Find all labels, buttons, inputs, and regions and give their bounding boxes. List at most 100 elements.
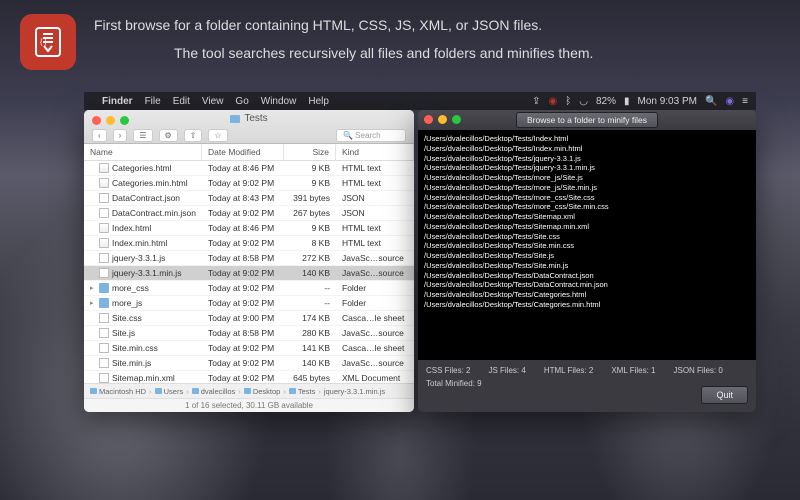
table-row[interactable]: Index.min.htmlToday at 9:02 PM8 KBHTML t…	[84, 236, 414, 251]
minimize-icon[interactable]	[106, 116, 115, 125]
file-name: Sitemap.min.xml	[112, 373, 175, 383]
minify-app-window: Browse to a folder to minify files /User…	[418, 110, 756, 412]
folder-icon	[244, 388, 251, 394]
finder-column-header[interactable]: Name Date Modified Size Kind	[84, 144, 414, 161]
file-kind: HTML text	[336, 161, 414, 175]
finder-path-bar[interactable]: Macintosh HD›Users›dvalecillos›Desktop›T…	[84, 383, 414, 398]
file-kind: JavaSc…source	[336, 266, 414, 280]
table-row[interactable]: Categories.min.htmlToday at 9:02 PM9 KBH…	[84, 176, 414, 191]
close-icon[interactable]	[424, 115, 433, 124]
menu-view[interactable]: View	[202, 96, 224, 107]
file-date: Today at 9:02 PM	[202, 236, 284, 250]
log-line: /Users/dvalecillos/Desktop/Tests/DataCon…	[424, 271, 750, 281]
battery-percent[interactable]: 82%	[596, 96, 616, 107]
table-row[interactable]: Site.min.cssToday at 9:02 PM141 KBCasca……	[84, 341, 414, 356]
col-date[interactable]: Date Modified	[202, 144, 284, 160]
table-row[interactable]: Categories.htmlToday at 8:46 PM9 KBHTML …	[84, 161, 414, 176]
menu-window[interactable]: Window	[261, 96, 297, 107]
share-button[interactable]: ⇧	[184, 129, 203, 142]
table-row[interactable]: Site.jsToday at 8:58 PM280 KBJavaSc…sour…	[84, 326, 414, 341]
breadcrumb-item[interactable]: Macintosh HD	[90, 387, 146, 396]
table-row[interactable]: ▸more_jsToday at 9:02 PM--Folder	[84, 296, 414, 311]
file-name: Index.html	[112, 223, 151, 233]
browse-button[interactable]: Browse to a folder to minify files	[516, 112, 658, 128]
zoom-icon[interactable]	[120, 116, 129, 125]
quit-button[interactable]: Quit	[701, 386, 748, 404]
table-row[interactable]: jquery-3.3.1.min.jsToday at 9:02 PM140 K…	[84, 266, 414, 281]
file-date: Today at 8:58 PM	[202, 326, 284, 340]
bluetooth-icon[interactable]: ᛒ	[565, 96, 571, 107]
spotlight-icon[interactable]: 🔍	[705, 96, 717, 107]
folder-icon	[192, 388, 199, 394]
file-date: Today at 9:02 PM	[202, 356, 284, 370]
minify-titlebar: Browse to a folder to minify files	[418, 110, 756, 130]
menu-help[interactable]: Help	[308, 96, 329, 107]
log-line: /Users/dvalecillos/Desktop/Tests/Site.mi…	[424, 261, 750, 271]
breadcrumb-item[interactable]: Desktop	[244, 387, 281, 396]
siri-icon[interactable]: ◉	[725, 96, 734, 107]
table-row[interactable]: Site.min.jsToday at 9:02 PM140 KBJavaSc……	[84, 356, 414, 371]
battery-icon[interactable]: ▮	[624, 96, 630, 107]
file-name: more_css	[112, 283, 149, 293]
table-row[interactable]: DataContract.min.jsonToday at 9:02 PM267…	[84, 206, 414, 221]
log-line: /Users/dvalecillos/Desktop/Tests/Site.cs…	[424, 232, 750, 242]
css-icon	[99, 313, 109, 323]
wifi-icon[interactable]: ◡	[579, 96, 588, 107]
breadcrumb-item[interactable]: Tests	[289, 387, 316, 396]
file-date: Today at 8:46 PM	[202, 161, 284, 175]
col-kind[interactable]: Kind	[336, 144, 414, 160]
stat-html: HTML Files: 2	[544, 366, 594, 375]
tags-button[interactable]: ☆	[208, 129, 227, 142]
notification-center-icon[interactable]: ≡	[742, 96, 748, 107]
folder-icon	[289, 388, 296, 394]
minimize-icon[interactable]	[438, 115, 447, 124]
back-button[interactable]: ‹	[92, 129, 107, 142]
file-kind: HTML text	[336, 236, 414, 250]
menubar-clock[interactable]: Mon 9:03 PM	[637, 96, 696, 107]
breadcrumb-item[interactable]: Users	[155, 387, 184, 396]
log-line: /Users/dvalecillos/Desktop/Tests/Categor…	[424, 290, 750, 300]
xml-icon	[99, 373, 109, 383]
log-line: /Users/dvalecillos/Desktop/Tests/Index.h…	[424, 134, 750, 144]
file-date: Today at 9:00 PM	[202, 311, 284, 325]
promo-header: { } First browse for a folder containing…	[0, 0, 800, 70]
table-row[interactable]: DataContract.jsonToday at 8:43 PM391 byt…	[84, 191, 414, 206]
stat-total: Total Minified: 9	[426, 379, 482, 388]
table-row[interactable]: jquery-3.3.1.jsToday at 8:58 PM272 KBJav…	[84, 251, 414, 266]
zoom-icon[interactable]	[452, 115, 461, 124]
js-icon	[99, 328, 109, 338]
js-icon	[99, 358, 109, 368]
view-list-button[interactable]: ☰	[133, 129, 152, 142]
shield-icon[interactable]: ◉	[548, 96, 557, 107]
js-icon	[99, 268, 109, 278]
html-icon	[99, 163, 109, 173]
table-row[interactable]: ▸more_cssToday at 9:02 PM--Folder	[84, 281, 414, 296]
folder-icon	[155, 388, 162, 394]
log-line: /Users/dvalecillos/Desktop/Tests/jquery-…	[424, 154, 750, 164]
file-kind: JSON	[336, 191, 414, 205]
log-line: /Users/dvalecillos/Desktop/Tests/Index.m…	[424, 144, 750, 154]
close-icon[interactable]	[92, 116, 101, 125]
css-icon	[99, 343, 109, 353]
menu-edit[interactable]: Edit	[173, 96, 190, 107]
file-date: Today at 9:02 PM	[202, 296, 284, 310]
folder-icon	[230, 115, 240, 123]
status-icon[interactable]: ⇪	[532, 96, 540, 107]
file-name: DataContract.json	[112, 193, 180, 203]
file-date: Today at 9:02 PM	[202, 341, 284, 355]
arrange-button[interactable]: ⚙	[159, 129, 178, 142]
menu-go[interactable]: Go	[235, 96, 248, 107]
log-line: /Users/dvalecillos/Desktop/Tests/more_cs…	[424, 202, 750, 212]
table-row[interactable]: Index.htmlToday at 8:46 PM9 KBHTML text	[84, 221, 414, 236]
menubar-app-name[interactable]: Finder	[102, 96, 133, 107]
file-kind: Casca…le sheet	[336, 311, 414, 325]
col-size[interactable]: Size	[284, 144, 336, 160]
breadcrumb-item[interactable]: dvalecillos	[192, 387, 236, 396]
breadcrumb-item[interactable]: jquery-3.3.1.min.js	[324, 387, 385, 396]
forward-button[interactable]: ›	[113, 129, 128, 142]
table-row[interactable]: Site.cssToday at 9:00 PM174 KBCasca…le s…	[84, 311, 414, 326]
col-name[interactable]: Name	[84, 144, 202, 160]
menu-file[interactable]: File	[145, 96, 161, 107]
search-input[interactable]: 🔍 Search	[336, 129, 406, 142]
log-line: /Users/dvalecillos/Desktop/Tests/jquery-…	[424, 163, 750, 173]
